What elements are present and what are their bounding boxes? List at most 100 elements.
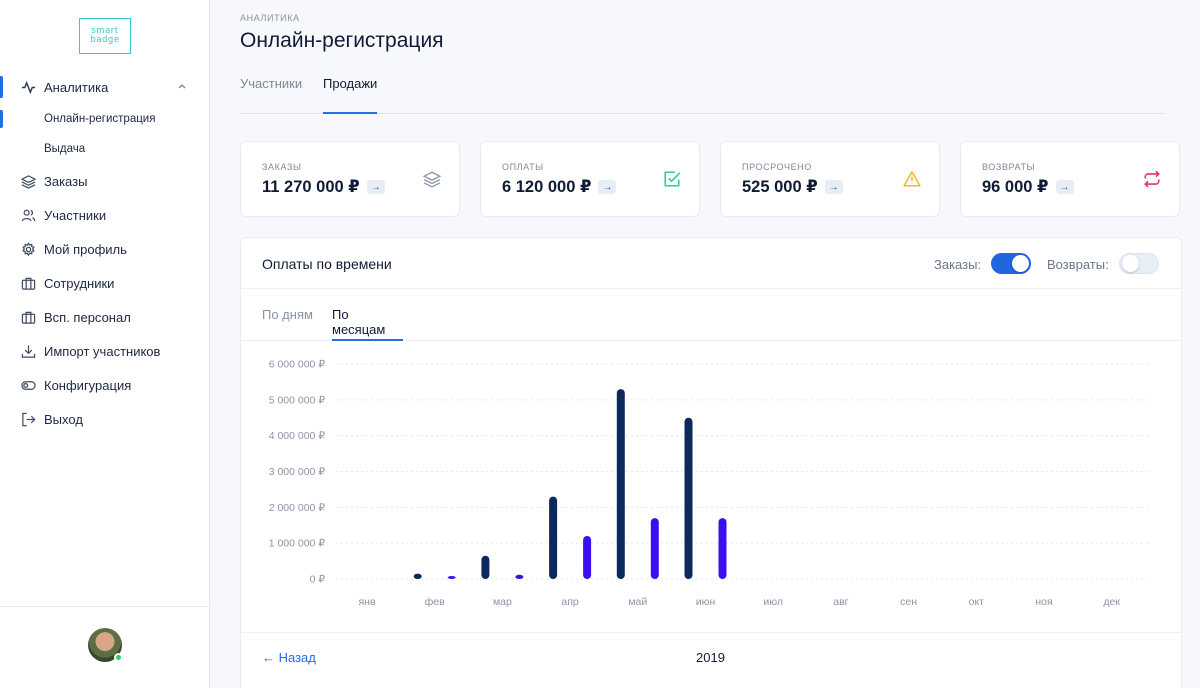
breadcrumb[interactable]: АНАЛИТИКА (240, 13, 300, 23)
sidebar-footer (0, 606, 209, 688)
stat-go-button[interactable]: → (366, 180, 385, 194)
x-tick-label: апр (561, 596, 579, 608)
x-tick-label: ноя (1035, 596, 1052, 608)
x-tick-label: фев (425, 596, 445, 608)
stat-label: ПРОСРОЧЕНО (742, 162, 812, 172)
y-tick-label: 3 000 000 ₽ (269, 466, 326, 478)
chart-bar (481, 555, 490, 579)
x-tick-label: янв (358, 596, 375, 608)
sidebar-item-my-profile[interactable]: Мой профиль (0, 232, 209, 266)
stat-card-overdue: ПРОСРОЧЕНО 525 000 ₽ → (720, 141, 940, 217)
tab-participants[interactable]: Участники (240, 76, 302, 114)
payments-chart-svg: 0 ₽ 1 000 000 ₽ 2 000 000 ₽ 3 000 000 ₽ 4 00… (269, 359, 1151, 608)
sidebar-nav: Аналитика Онлайн-регистрация Выдача Зака… (0, 70, 209, 436)
sidebar-item-analytics[interactable]: Аналитика (0, 70, 209, 104)
payments-over-time-panel: Оплаты по времени Заказы: Возвраты: По д… (240, 237, 1182, 688)
sidebar-item-label: Импорт участников (44, 343, 161, 359)
stat-label: ВОЗВРАТЫ (982, 162, 1036, 172)
online-status-dot (114, 653, 123, 662)
check-square-icon (663, 170, 681, 188)
toggle-orders[interactable] (991, 253, 1031, 274)
sidebar-item-staff[interactable]: Сотрудники (0, 266, 209, 300)
stat-value: 11 270 000 ₽ → (262, 177, 385, 197)
stat-go-button[interactable]: → (1055, 180, 1074, 194)
chart-bar (515, 574, 524, 579)
y-tick-label: 6 000 000 ₽ (269, 359, 326, 371)
sidebar-item-support-staff[interactable]: Всп. персонал (0, 300, 209, 334)
stat-label: ЗАКАЗЫ (262, 162, 302, 172)
chart-bar (650, 518, 659, 579)
chart-bar (583, 536, 592, 579)
stat-card-refunds: ВОЗВРАТЫ 96 000 ₽ → (960, 141, 1180, 217)
briefcase-icon (20, 309, 36, 325)
chart-bar (413, 573, 422, 579)
sidebar-item-label: Сотрудники (44, 275, 115, 291)
x-tick-label: дек (1103, 596, 1120, 608)
toggle-knob (1012, 255, 1029, 272)
layers-icon (422, 170, 442, 188)
y-tick-label: 2 000 000 ₽ (269, 502, 326, 514)
logout-icon (20, 411, 36, 427)
x-tick-label: май (628, 596, 647, 608)
year-label: 2019 (696, 650, 725, 665)
toggle-returns[interactable] (1119, 253, 1159, 274)
stat-value: 6 120 000 ₽ → (502, 177, 617, 197)
download-icon (20, 343, 36, 359)
toggle-returns-label: Возвраты: (1047, 257, 1109, 272)
sidebar-item-logout[interactable]: Выход (0, 402, 209, 436)
y-tick-label: 5 000 000 ₽ (269, 394, 326, 406)
chevron-up-icon[interactable] (177, 81, 187, 94)
logo-line-2: badge (90, 35, 120, 45)
period-tabs: По дням По месяцам (241, 289, 1181, 341)
y-tick-label: 0 ₽ (310, 574, 326, 586)
tab-sales[interactable]: Продажи (323, 76, 378, 114)
x-tick-label: мар (493, 596, 512, 608)
x-tick-label: окт (969, 596, 985, 608)
stat-go-button[interactable]: → (824, 180, 843, 194)
y-tick-label: 1 000 000 ₽ (269, 538, 326, 550)
sidebar-subitem-issue[interactable]: Выдача (0, 134, 209, 164)
stat-go-button[interactable]: → (598, 180, 617, 194)
sidebar-item-orders[interactable]: Заказы (0, 164, 209, 198)
sidebar-item-import[interactable]: Импорт участников (0, 334, 209, 368)
x-tick-label: июл (763, 596, 783, 608)
sidebar-item-participants[interactable]: Участники (0, 198, 209, 232)
panel-footer: ← Назад 2019 (241, 632, 1181, 688)
toggle-orders-label: Заказы: (934, 257, 982, 272)
sidebar-item-label: Аналитика (44, 79, 109, 95)
panel-header: Оплаты по времени Заказы: Возвраты: (241, 238, 1181, 289)
stat-card-orders: ЗАКАЗЫ 11 270 000 ₽ → (240, 141, 460, 217)
tab-by-months[interactable]: По месяцам (332, 307, 403, 341)
users-icon (20, 207, 36, 223)
activity-icon (20, 79, 36, 95)
y-tick-label: 4 000 000 ₽ (269, 430, 326, 442)
chart-bar (549, 496, 558, 579)
stat-card-payments: ОПЛАТЫ 6 120 000 ₽ → (480, 141, 700, 217)
sidebar-subitem-online-registration[interactable]: Онлайн-регистрация (0, 104, 209, 134)
avatar[interactable] (88, 628, 123, 662)
x-tick-label: авг (833, 596, 848, 608)
stat-label: ОПЛАТЫ (502, 162, 544, 172)
chart-bar (718, 518, 727, 579)
stat-value: 96 000 ₽ → (982, 177, 1074, 197)
chart-bar (684, 417, 693, 579)
chart-bar (616, 389, 625, 579)
panel-title: Оплаты по времени (262, 256, 392, 272)
sidebar-subitem-label: Выдача (44, 143, 86, 155)
sidebar-item-label: Участники (44, 207, 107, 223)
logo[interactable]: smart badge (79, 18, 131, 54)
chart-bar (447, 576, 456, 579)
sidebar: smart badge Аналитика Онлайн-регистрация… (0, 0, 210, 688)
layers-icon (20, 173, 36, 189)
toggle-knob (1122, 255, 1139, 272)
sidebar-item-configuration[interactable]: Конфигурация (0, 368, 209, 402)
back-link[interactable]: ← Назад (262, 650, 316, 665)
tab-bar: Участники Продажи (240, 64, 1165, 114)
toggle-icon (20, 377, 36, 393)
sidebar-item-label: Мой профиль (44, 241, 127, 257)
sidebar-item-label: Всп. персонал (44, 309, 131, 325)
alert-triangle-icon (903, 170, 921, 188)
payments-chart: 0 ₽ 1 000 000 ₽ 2 000 000 ₽ 3 000 000 ₽ 4 00… (241, 341, 1181, 632)
sidebar-item-label: Конфигурация (44, 377, 132, 393)
tab-by-days[interactable]: По дням (262, 307, 313, 341)
